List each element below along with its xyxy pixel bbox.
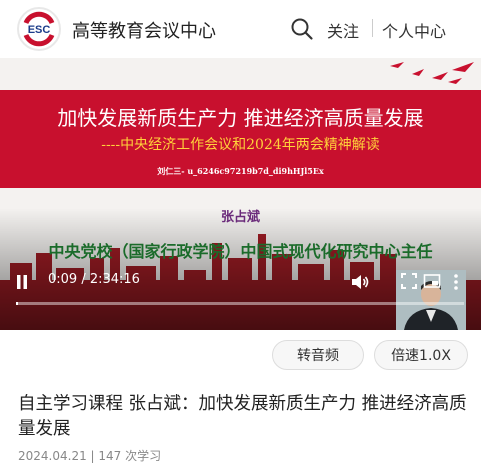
- course-title: 自主学习课程 张占斌：加快发展新质生产力 推进经济高质量发展: [18, 394, 467, 439]
- progress-bar-fill: [16, 302, 19, 305]
- picture-in-picture-icon[interactable]: [423, 272, 441, 290]
- progress-bar[interactable]: [16, 302, 464, 305]
- follow-button[interactable]: 关注: [327, 18, 359, 42]
- logo-text: ESC: [28, 24, 51, 36]
- site-logo[interactable]: ESC: [17, 7, 61, 51]
- video-watermark: 刘仁三- u_6246c97219b7d_di9hHJl5Ex: [157, 166, 324, 176]
- site-title[interactable]: 高等教育会议中心: [72, 17, 216, 43]
- playback-speed-button[interactable]: 倍速1.0X: [374, 340, 468, 370]
- pause-icon[interactable]: [14, 274, 30, 290]
- video-banner-title: 加快发展新质生产力 推进经济高质量发展: [57, 106, 424, 130]
- switch-to-audio-button[interactable]: 转音频: [272, 340, 364, 370]
- top-header: ESC 高等教育会议中心 关注 个人中心: [0, 0, 481, 58]
- user-center-link[interactable]: 个人中心: [382, 18, 446, 42]
- more-options-icon[interactable]: [452, 272, 460, 292]
- volume-icon[interactable]: [350, 272, 370, 292]
- playback-time: 0:09 / 2:34:16: [48, 272, 140, 287]
- video-player[interactable]: 加快发展新质生产力 推进经济高质量发展 ----中央经济工作会议和2024年两会…: [0, 58, 481, 330]
- search-icon[interactable]: [290, 17, 314, 41]
- header-divider: [372, 19, 373, 37]
- fullscreen-icon[interactable]: [400, 272, 418, 290]
- speaker-name: 张占斌: [220, 210, 260, 225]
- speaker-title: 中央党校（国家行政学院）中国式现代化研究中心主任: [48, 242, 433, 261]
- video-banner-subtitle: ----中央经济工作会议和2024年两会精神解读: [101, 137, 380, 153]
- course-meta: 2024.04.21 | 147 次学习: [18, 449, 162, 463]
